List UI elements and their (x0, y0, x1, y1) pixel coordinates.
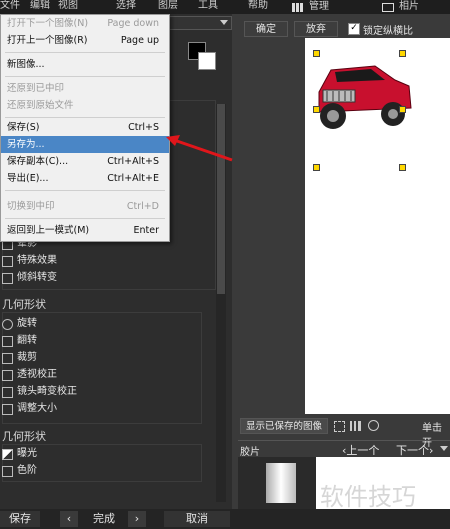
file-menu: 打开下一个图像(N) Page down 打开上一个图像(R) Page up 新图… (0, 14, 170, 242)
cancel-button[interactable]: 取消 (164, 511, 230, 527)
histogram-icon[interactable] (350, 421, 361, 431)
menu-item-return-mode[interactable]: 返回到上一模式(M) Enter (1, 222, 169, 239)
crop-handle-tc[interactable] (399, 50, 406, 57)
menu-bar: 文件 编辑 视图 选择 图层 工具 帮助 管理 相片 (0, 0, 450, 14)
watermark-text: 软件技巧 (320, 483, 416, 511)
resize-icon (2, 403, 13, 415)
filmstrip: 软件技巧 (238, 457, 450, 511)
bottom-bar: 保存 ‹ 完成 › 取消 (0, 509, 450, 529)
tool-flip[interactable]: 翻转 (2, 333, 37, 349)
next-button[interactable]: 下一个› (396, 442, 433, 458)
menu-separator (5, 218, 165, 219)
crop-icon (2, 352, 13, 364)
crop-handle-tl[interactable] (313, 50, 320, 57)
menu-select[interactable]: 选择 (116, 0, 136, 14)
menu-item-open-previous[interactable]: 打开上一个图像(R) Page up (1, 32, 169, 49)
tilt-shift-icon (2, 272, 13, 284)
menu-view[interactable]: 视图 (58, 0, 78, 14)
section-geometry-title-2[interactable]: 几何形状 (2, 428, 46, 444)
done-button[interactable]: 完成 (82, 511, 126, 527)
fullscreen-icon[interactable] (334, 421, 345, 432)
menu-item-save-as[interactable]: 另存为... (1, 136, 169, 153)
menu-item-revert-original[interactable]: 还原到原始文件 (1, 97, 169, 114)
chevron-left-icon: ‹ (66, 512, 72, 525)
menu-item-export[interactable]: 导出(E)... Ctrl+Alt+E (1, 170, 169, 187)
next-arrow-button[interactable]: › (128, 511, 146, 527)
tool-rotate[interactable]: 旋转 (2, 316, 37, 332)
play-icon[interactable] (368, 420, 379, 431)
preset-dropdown[interactable] (168, 16, 232, 30)
menu-separator (5, 117, 165, 118)
menu-item-save-copy[interactable]: 保存副本(C)... Ctrl+Alt+S (1, 153, 169, 170)
chevron-right-icon: › (134, 512, 140, 525)
levels-icon (2, 465, 13, 477)
perspective-icon (2, 369, 13, 381)
exposure-icon (2, 448, 13, 460)
effects-icon (2, 255, 13, 267)
tool-exposure[interactable]: 曝光 (2, 446, 37, 462)
flip-icon (2, 335, 13, 347)
crop-handle-center[interactable] (399, 106, 406, 113)
tab-photo[interactable]: 相片 (382, 0, 419, 14)
menu-separator (5, 76, 165, 77)
tool-tilt-shift[interactable]: 倾斜转变 (2, 270, 57, 286)
chevron-down-icon (220, 20, 228, 25)
photo-icon (382, 2, 394, 12)
crop-handle-bc[interactable] (399, 164, 406, 171)
menu-item-save[interactable]: 保存(S) Ctrl+S (1, 119, 169, 136)
grid-icon (292, 2, 304, 12)
checkbox-checked-icon: ✓ (348, 23, 360, 35)
menu-item-revert-saved[interactable]: 还原到已中印 (1, 80, 169, 97)
background-color-swatch[interactable] (198, 52, 216, 70)
menu-file[interactable]: 文件 (0, 0, 20, 14)
tool-lens-distortion[interactable]: 镜头畸变校正 (2, 384, 77, 400)
tool-special-effects[interactable]: 特殊效果 (2, 253, 57, 269)
menu-separator (5, 52, 165, 53)
lens-icon (2, 386, 13, 398)
chevron-right-icon: › (429, 444, 434, 457)
tool-perspective[interactable]: 透视校正 (2, 367, 57, 383)
ok-button[interactable]: 确定 (244, 21, 288, 37)
filmstrip-label: 胶片 (240, 447, 260, 458)
menu-item-open-next[interactable]: 打开下一个图像(N) Page down (1, 15, 169, 32)
crop-handle-ml[interactable] (313, 106, 320, 113)
menu-layer[interactable]: 图层 (158, 0, 178, 14)
crop-handle-bl[interactable] (313, 164, 320, 171)
tab-manage[interactable]: 管理 (292, 0, 329, 14)
rotate-icon (2, 318, 13, 330)
chevron-down-icon[interactable] (440, 446, 448, 451)
discard-button[interactable]: 放弃 (294, 21, 338, 37)
image-canvas[interactable] (305, 38, 450, 414)
tool-crop[interactable]: 裁剪 (2, 350, 37, 366)
save-button[interactable]: 保存 (0, 511, 40, 527)
prev-arrow-button[interactable]: ‹ (60, 511, 78, 527)
menu-tools[interactable]: 工具 (198, 0, 218, 14)
film-thumbnail[interactable] (266, 463, 296, 503)
prev-button[interactable]: ‹上一个 (342, 442, 379, 458)
menu-item-switch[interactable]: 切换到中印 Ctrl+D (1, 198, 169, 215)
tool-levels[interactable]: 色阶 (2, 463, 37, 479)
menu-item-new-image[interactable]: 新图像... (1, 56, 169, 73)
menu-edit[interactable]: 编辑 (30, 0, 50, 14)
tool-resize[interactable]: 调整大小 (2, 401, 57, 417)
section-geometry-title[interactable]: 几何形状 (2, 296, 46, 312)
show-saved-image-button[interactable]: 显示已保存的图像 (240, 418, 328, 434)
filmstrip-header: 胶片 ‹上一个 下一个› (238, 440, 450, 458)
lock-ratio-checkbox[interactable]: ✓ 锁定纵横比 (348, 22, 413, 37)
car-image (318, 65, 412, 129)
menu-separator (5, 190, 165, 191)
view-toolbar: 显示已保存的图像 单击开 (240, 418, 450, 449)
menu-help[interactable]: 帮助 (248, 0, 268, 14)
annotation-arrow-icon (166, 135, 233, 162)
